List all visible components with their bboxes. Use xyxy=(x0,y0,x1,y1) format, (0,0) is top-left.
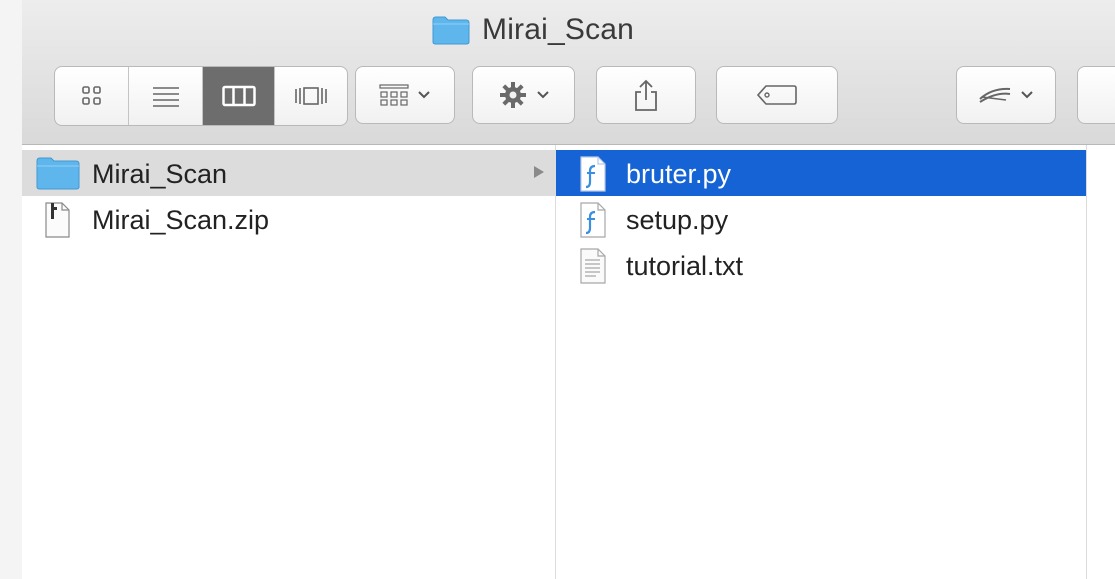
arrange-button[interactable] xyxy=(355,66,455,124)
list-item[interactable]: setup.py xyxy=(556,196,1086,242)
toolbar: Mirai_Scan xyxy=(22,0,1115,145)
folder-icon xyxy=(36,157,80,190)
finder-window: Mirai_Scan Mirai_Scan Mirai_Scan.zip bru… xyxy=(22,0,1115,579)
action-button[interactable] xyxy=(472,66,575,124)
window-title: Mirai_Scan xyxy=(432,10,634,50)
gear-icon xyxy=(499,82,526,108)
cover-flow-view-icon xyxy=(295,87,327,105)
cover-flow-view-button[interactable] xyxy=(275,67,347,125)
file-name: tutorial.txt xyxy=(626,251,744,281)
folder-icon xyxy=(432,16,470,45)
share-icon xyxy=(635,79,657,111)
sync-button[interactable] xyxy=(956,66,1056,124)
text-file-icon xyxy=(580,248,606,284)
file-name: Mirai_Scan xyxy=(92,159,228,189)
browser-column-1: Mirai_Scan Mirai_Scan.zip xyxy=(22,145,556,579)
list-view-icon xyxy=(152,87,179,107)
tag-button[interactable] xyxy=(716,66,838,124)
disclosure-arrow-icon xyxy=(534,166,544,178)
tag-icon xyxy=(756,85,797,105)
dropbox-sync-icon xyxy=(979,87,1011,103)
window-title-text: Mirai_Scan xyxy=(482,13,635,46)
list-item[interactable]: Mirai_Scan.zip xyxy=(22,196,555,242)
column-view-icon xyxy=(221,85,256,107)
icon-view-icon xyxy=(81,86,101,105)
list-item[interactable]: tutorial.txt xyxy=(556,242,1086,288)
file-name: setup.py xyxy=(626,205,729,235)
file-name: bruter.py xyxy=(626,159,732,189)
window-edge xyxy=(0,0,22,579)
chevron-down-icon xyxy=(1021,91,1033,99)
view-mode-control xyxy=(54,66,348,126)
icon-view-button[interactable] xyxy=(55,67,129,125)
column-view-button[interactable] xyxy=(203,67,275,125)
python-file-icon xyxy=(580,202,606,238)
file-name: Mirai_Scan.zip xyxy=(92,205,270,235)
arrange-grid-icon xyxy=(379,84,409,106)
python-file-icon xyxy=(580,156,606,192)
list-view-button[interactable] xyxy=(129,67,203,125)
list-item[interactable]: Mirai_Scan xyxy=(22,150,555,196)
share-button[interactable] xyxy=(596,66,696,124)
search-button[interactable] xyxy=(1077,66,1115,124)
zip-file-icon xyxy=(45,202,70,238)
chevron-down-icon xyxy=(418,91,430,99)
chevron-down-icon xyxy=(536,91,549,99)
list-item[interactable]: bruter.py xyxy=(556,150,1086,196)
browser-column-2: bruter.py setup.py tutorial.txt xyxy=(556,145,1087,579)
